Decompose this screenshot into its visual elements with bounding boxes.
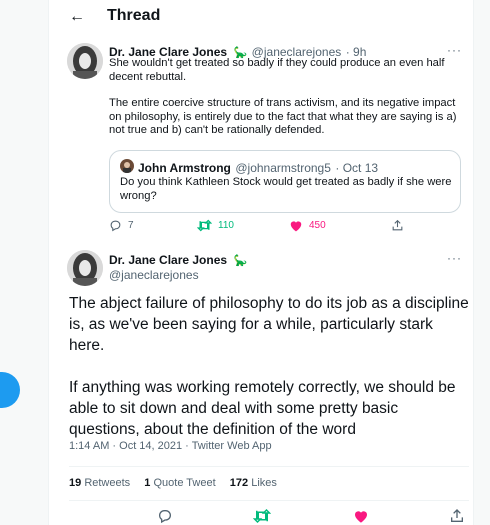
compose-button[interactable] bbox=[0, 372, 20, 408]
reply-icon[interactable] bbox=[157, 508, 173, 524]
back-arrow-icon[interactable]: ← bbox=[69, 8, 85, 26]
quoted-tweet[interactable]: John Armstrong @johnarmstrong5 · Oct 13 … bbox=[109, 150, 461, 213]
page-title: Thread bbox=[107, 7, 161, 24]
more-icon[interactable]: ··· bbox=[447, 43, 462, 57]
retweet-count: 110 bbox=[218, 220, 234, 231]
like-count: 450 bbox=[309, 220, 326, 231]
thread-column: ← Thread Dr. Jane Clare Jones 🦕 @janecla… bbox=[48, 0, 474, 525]
reply-button[interactable]: 7 bbox=[109, 219, 134, 232]
share-icon bbox=[392, 219, 403, 231]
page-background: ← Thread Dr. Jane Clare Jones 🦕 @janecla… bbox=[0, 0, 490, 525]
share-icon[interactable] bbox=[449, 508, 465, 524]
tweet-paragraph: If anything was working remotely correct… bbox=[69, 379, 456, 438]
quote-author-name: John Armstrong bbox=[138, 161, 231, 175]
like-icon[interactable] bbox=[353, 508, 369, 524]
tweet-paragraph: The entire coercive structure of trans a… bbox=[109, 97, 457, 137]
tweet-text: She wouldn't get treated so badly if the… bbox=[109, 57, 464, 151]
like-icon bbox=[290, 221, 302, 232]
likes-label[interactable]: Likes bbox=[251, 477, 277, 489]
dinosaur-badge-icon: 🦕 bbox=[233, 255, 248, 267]
retweets-label[interactable]: Retweets bbox=[84, 477, 130, 489]
tweet-meta[interactable]: 1:14 AM · Oct 14, 2021 · Twitter Web App bbox=[69, 440, 272, 452]
retweet-icon[interactable] bbox=[253, 508, 271, 524]
tweet-paragraph: The abject failure of philosophy to do i… bbox=[69, 295, 469, 354]
quote-timestamp: · Oct 13 bbox=[335, 161, 379, 175]
retweets-count[interactable]: 19 bbox=[69, 477, 81, 489]
reply-count: 7 bbox=[128, 220, 134, 231]
quotes-count[interactable]: 1 bbox=[144, 477, 150, 489]
quote-text: Do you think Kathleen Stock would get tr… bbox=[120, 176, 452, 202]
likes-count[interactable]: 172 bbox=[230, 477, 248, 489]
reply-icon bbox=[110, 220, 121, 232]
quotes-label[interactable]: Quote Tweet bbox=[153, 477, 215, 489]
author-handle[interactable]: @janeclarejones bbox=[109, 268, 199, 282]
retweet-button[interactable]: 110 bbox=[197, 219, 234, 232]
thread-header: ← Thread bbox=[49, 0, 473, 36]
share-button[interactable] bbox=[391, 219, 404, 232]
quote-author-handle: @johnarmstrong5 bbox=[235, 161, 331, 175]
retweet-icon bbox=[197, 219, 212, 232]
tweet-paragraph: She wouldn't get treated so badly if the… bbox=[109, 57, 445, 83]
divider bbox=[69, 466, 469, 467]
more-icon[interactable]: ··· bbox=[447, 251, 462, 265]
divider bbox=[69, 500, 469, 501]
tweet-text: The abject failure of philosophy to do i… bbox=[69, 293, 469, 461]
tweet-actions: 7 110 450 bbox=[109, 219, 449, 237]
quote-avatar bbox=[120, 159, 134, 173]
tweet-stats: 19 Retweets 1 Quote Tweet 172 Likes bbox=[69, 477, 277, 489]
avatar[interactable] bbox=[67, 250, 103, 286]
avatar[interactable] bbox=[67, 43, 103, 79]
tweet-actions bbox=[69, 508, 469, 525]
author-name[interactable]: Dr. Jane Clare Jones bbox=[109, 253, 227, 267]
like-button[interactable]: 450 bbox=[289, 219, 326, 232]
